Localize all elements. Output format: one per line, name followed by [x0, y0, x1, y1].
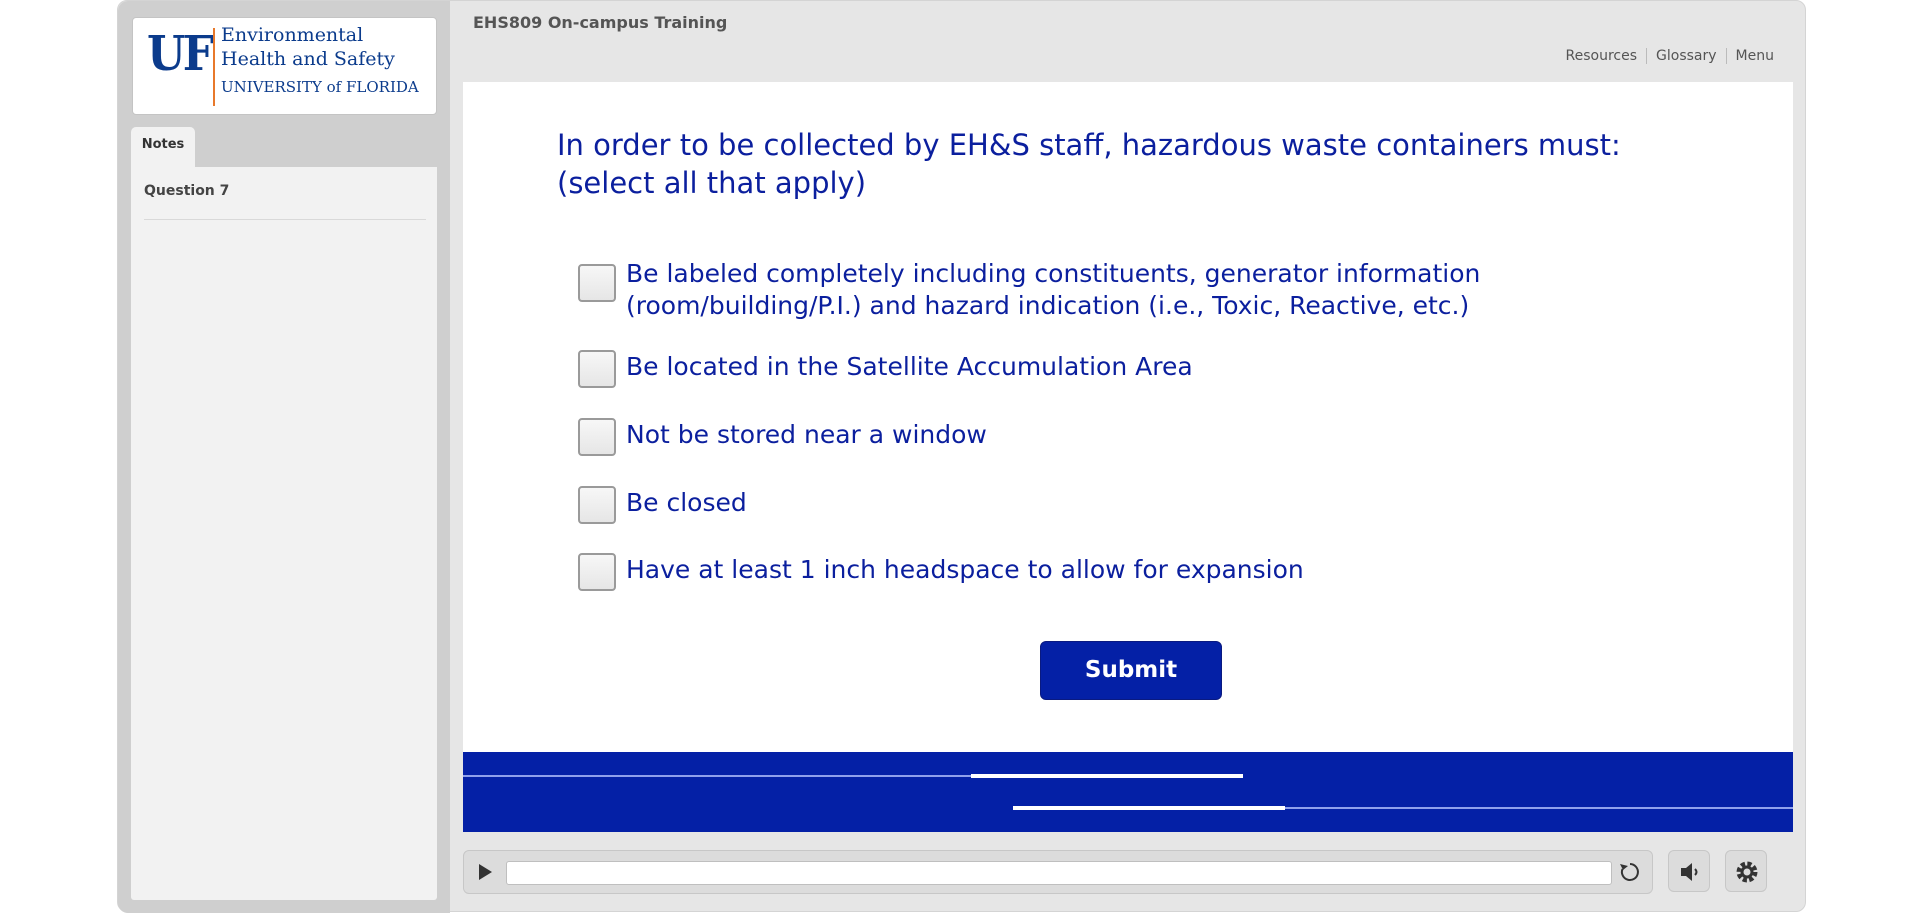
checkbox[interactable] — [578, 486, 616, 524]
question-text: In order to be collected by EH&S staff, … — [557, 126, 1657, 202]
top-nav: Resources Glossary Menu — [1557, 48, 1783, 64]
question-prompt: In order to be collected by EH&S staff, … — [557, 128, 1621, 162]
tab-notes[interactable]: Notes — [131, 127, 195, 167]
notes-item-label: Question 7 — [144, 183, 230, 199]
answer-label: Be closed — [626, 488, 747, 517]
replay-icon-glyph — [1620, 863, 1639, 881]
notes-panel: Question 7 — [131, 167, 437, 900]
resources-link[interactable]: Resources — [1557, 48, 1647, 64]
answer-option-2[interactable]: Be located in the Satellite Accumulation… — [578, 350, 1676, 388]
answer-label: Not be stored near a window — [626, 420, 987, 449]
answer-label: Be located in the Satellite Accumulation… — [626, 352, 1193, 381]
banner-line — [971, 774, 1243, 778]
volume-icon — [1681, 863, 1698, 881]
answer-label: Be labeled completely including constitu… — [626, 259, 1481, 320]
playback-controls — [463, 850, 1791, 894]
playbar — [463, 850, 1653, 894]
sidebar: UF Environmental Health and Safety UNIVE… — [118, 1, 450, 913]
notes-item-question-7: Question 7 — [144, 183, 426, 220]
uf-logo-mark: UF — [147, 26, 214, 82]
checkbox[interactable] — [578, 553, 616, 591]
submit-button[interactable]: Submit — [1040, 641, 1222, 700]
settings-button[interactable] — [1725, 850, 1767, 892]
banner-line — [463, 775, 971, 777]
checkbox[interactable] — [578, 418, 616, 456]
banner-line — [1285, 807, 1793, 809]
logo-line-university: UNIVERSITY of FLORIDA — [221, 78, 419, 96]
banner-line — [1013, 806, 1285, 810]
replay-icon[interactable] — [1617, 859, 1643, 885]
checkbox[interactable] — [578, 264, 616, 302]
volume-button[interactable] — [1668, 850, 1710, 892]
menu-link[interactable]: Menu — [1725, 48, 1783, 64]
answer-option-4[interactable]: Be closed — [578, 486, 1676, 524]
logo-divider — [213, 28, 215, 106]
gear-icon — [1736, 861, 1758, 883]
play-icon[interactable] — [474, 862, 494, 882]
answer-option-5[interactable]: Have at least 1 inch headspace to allow … — [578, 553, 1676, 591]
answer-label: Have at least 1 inch headspace to allow … — [626, 555, 1304, 584]
answer-option-1[interactable]: Be labeled completely including constitu… — [578, 259, 1676, 322]
decorative-banner — [463, 752, 1793, 832]
course-player: UF Environmental Health and Safety UNIVE… — [117, 0, 1806, 913]
checkbox[interactable] — [578, 350, 616, 388]
uf-ehs-logo: UF Environmental Health and Safety UNIVE… — [132, 17, 437, 115]
logo-line-environmental: Environmental — [221, 24, 364, 46]
seek-bar[interactable] — [506, 861, 1612, 885]
answer-option-3[interactable]: Not be stored near a window — [578, 418, 1676, 456]
logo-line-health-safety: Health and Safety — [221, 48, 395, 70]
course-title: EHS809 On-campus Training — [473, 13, 728, 32]
question-instruction: (select all that apply) — [557, 166, 867, 200]
glossary-link[interactable]: Glossary — [1646, 48, 1726, 64]
slide-content: In order to be collected by EH&S staff, … — [463, 82, 1793, 832]
